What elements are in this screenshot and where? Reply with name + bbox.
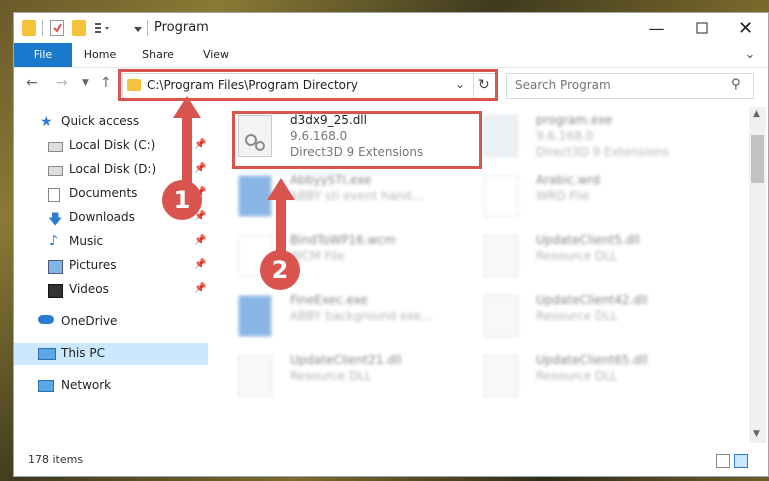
arrow-1-head [173,96,201,118]
arrow-2-head [267,178,295,200]
step-badge-1: 1 [162,180,202,220]
annotation-overlay [173,96,295,256]
step-badge-2: 2 [260,250,300,290]
